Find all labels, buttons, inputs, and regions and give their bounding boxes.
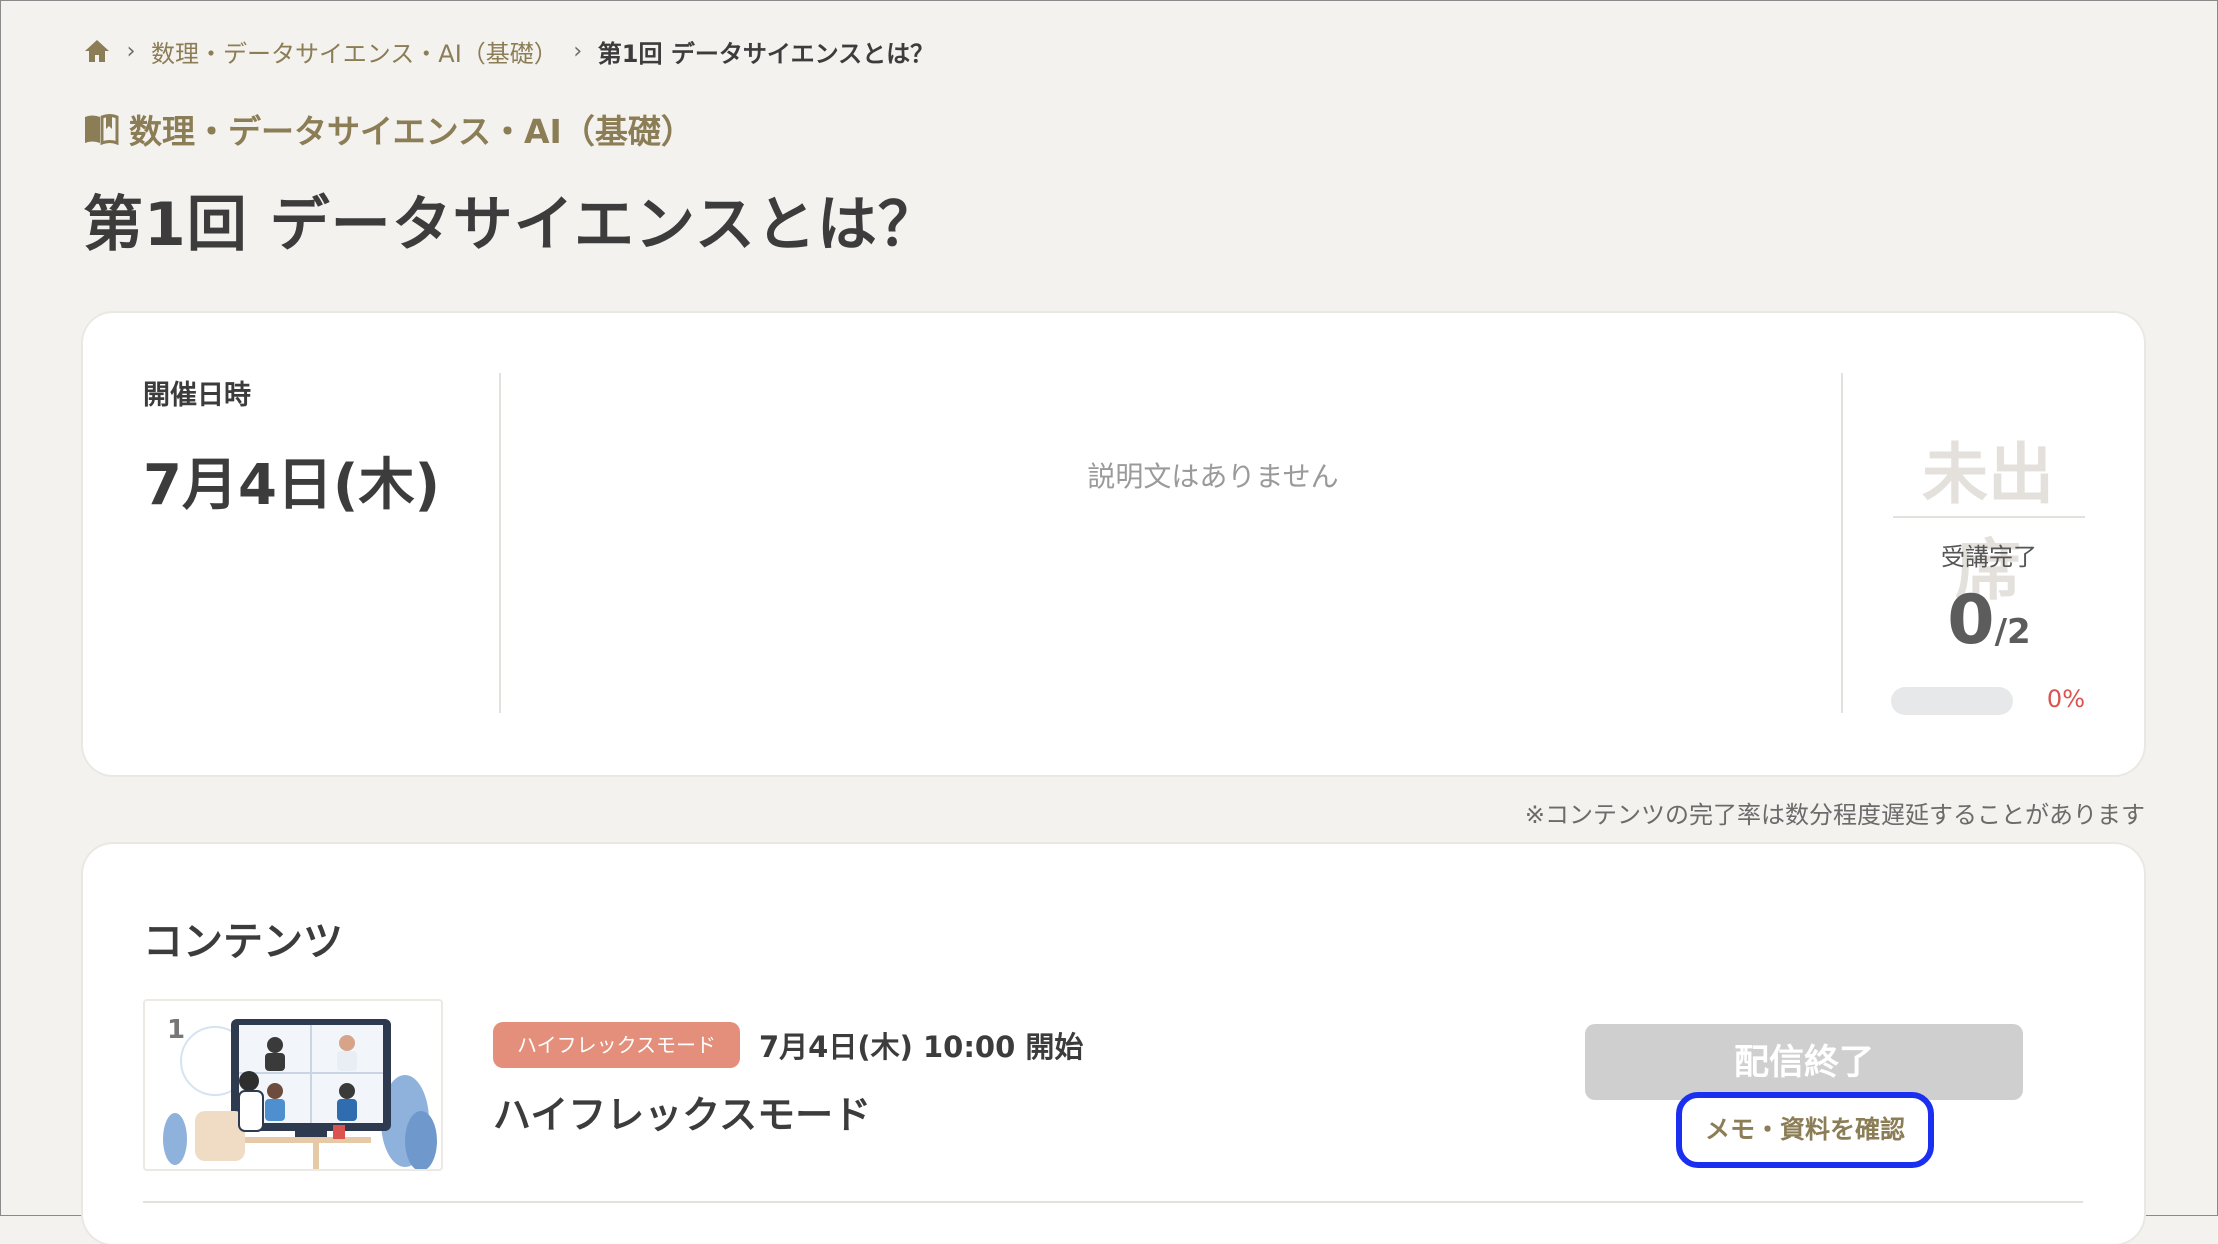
home-icon[interactable] <box>83 37 111 65</box>
description-text: 説明文はありません <box>1087 460 1339 493</box>
course-name-text: 数理・データサイエンス・AI（基礎） <box>129 112 694 151</box>
content-title[interactable]: ハイフレックスモード <box>493 1084 871 1139</box>
content-number: 1 <box>167 1015 186 1045</box>
page-title: 第1回 データサイエンスとは？ <box>83 190 939 260</box>
divider <box>1841 373 1843 713</box>
start-time: 7月4日(木) 10:00 開始 <box>759 1030 1084 1064</box>
completion-count: 0/2 <box>1893 581 2085 660</box>
divider <box>1893 516 2085 518</box>
mode-badge: ハイフレックスモード <box>493 1022 740 1068</box>
divider <box>499 373 501 713</box>
progress-percent: 0% <box>2046 685 2085 713</box>
completion-label: 受講完了 <box>1941 543 2037 571</box>
date-box: 開催日時 7月4日(木) <box>143 373 440 521</box>
stream-ended-button: 配信終了 <box>1585 1024 2023 1100</box>
breadcrumb: › 数理・データサイエンス・AI（基礎） › 第1回 データサイエンスとは？ <box>83 31 934 71</box>
breadcrumb-course-link[interactable]: 数理・データサイエンス・AI（基礎） <box>151 34 558 69</box>
chevron-right-icon: › <box>573 38 583 64</box>
progress-bar <box>1891 687 2013 715</box>
memo-materials-link[interactable]: メモ・資料を確認 <box>1676 1092 1934 1168</box>
delay-note: ※コンテンツの完了率は数分程度遅延することがあります <box>1524 801 2145 829</box>
book-icon <box>83 113 119 146</box>
online-meeting-illustration <box>163 1019 437 1169</box>
breadcrumb-current: 第1回 データサイエンスとは？ <box>597 39 935 68</box>
date-label: 開催日時 <box>143 380 251 411</box>
total-count: /2 <box>1994 612 2031 652</box>
summary-card: 開催日時 7月4日(木) 説明文はありません 未出席 受講完了 0/2 0% <box>83 313 2144 775</box>
chevron-right-icon: › <box>126 38 136 64</box>
completed-count: 0 <box>1947 581 1995 660</box>
course-name[interactable]: 数理・データサイエンス・AI（基礎） <box>83 105 694 153</box>
content-thumbnail[interactable]: 1 <box>143 999 443 1171</box>
date-value: 7月4日(木) <box>143 453 441 518</box>
contents-heading: コンテンツ <box>143 919 343 965</box>
contents-card: コンテンツ 1 ハイフレックスモード 7月4日(木) 10:00 開始 ハイフレ… <box>83 844 2144 1244</box>
divider <box>143 1201 2083 1203</box>
